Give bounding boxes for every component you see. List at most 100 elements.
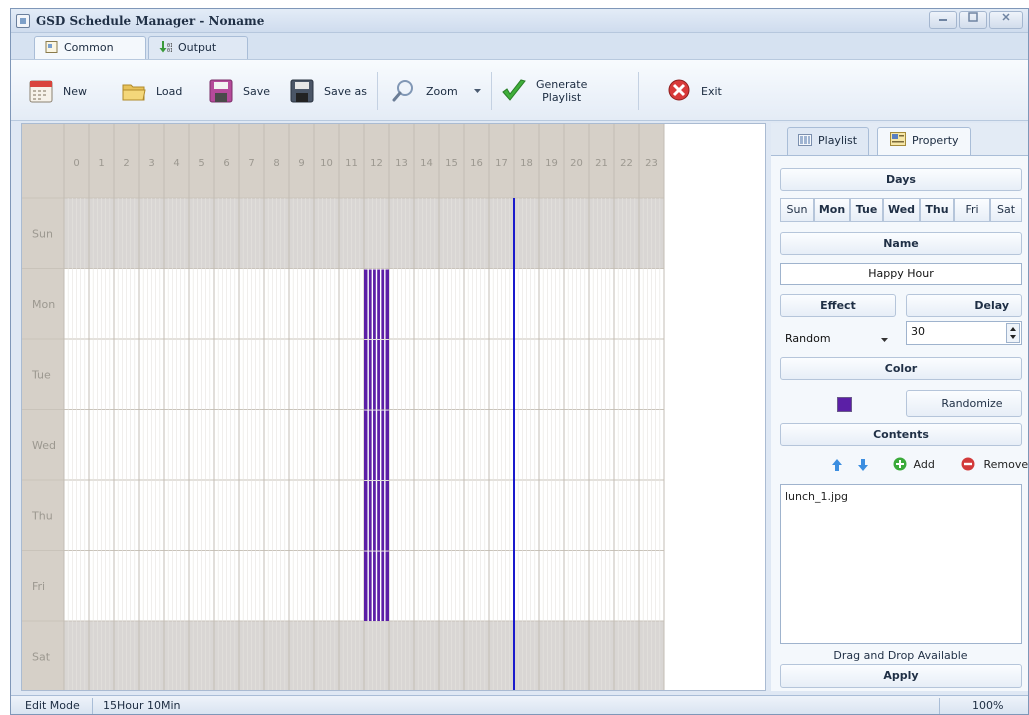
exit-button[interactable]: Exit <box>666 74 722 108</box>
magnifier-icon <box>392 80 413 102</box>
title-bar: GSD Schedule Manager - Noname <box>11 9 1028 33</box>
color-swatch[interactable] <box>837 397 852 412</box>
hour-label: 19 <box>545 158 558 169</box>
hour-label: 21 <box>595 158 608 169</box>
floppy-disk-icon <box>209 79 233 103</box>
hour-label: 9 <box>298 158 304 169</box>
hour-label: 17 <box>495 158 508 169</box>
close-icon <box>1002 13 1010 21</box>
window-title: GSD Schedule Manager - Noname <box>36 14 265 28</box>
day-button-fri[interactable]: Fri <box>954 198 990 222</box>
tab-output-label: Output <box>178 41 217 54</box>
hour-label: 4 <box>173 158 179 169</box>
status-zoom: 100% <box>972 699 1004 712</box>
toolbar: New Load Save Save as Zoom Generate Play… <box>11 59 1028 121</box>
app-icon <box>16 14 30 28</box>
schedule-grid[interactable]: Sun Mon Tue Wed Thu Fri Sat 0 1 2 3 4 5 6 7 8 9 10 11 12 13 1… <box>21 123 766 691</box>
save-button[interactable]: Save <box>208 74 270 108</box>
side-panel: Playlist Property Days Sun Mon Tue Wed T… <box>771 123 1028 691</box>
hour-label: 14 <box>420 158 433 169</box>
tab-playlist-label: Playlist <box>818 134 858 147</box>
hour-label: 20 <box>570 158 583 169</box>
day-label: Mon <box>32 298 55 311</box>
list-item[interactable]: lunch_1.jpg <box>785 489 1017 505</box>
status-separator <box>939 698 940 714</box>
contents-header: Contents <box>780 423 1022 446</box>
apply-button[interactable]: Apply <box>780 664 1022 688</box>
floppy-disk-icon <box>290 79 314 103</box>
name-field[interactable]: Happy Hour <box>780 263 1022 285</box>
randomize-button[interactable]: Randomize <box>906 390 1022 417</box>
document-icon <box>45 41 58 53</box>
effect-dropdown-value: Random <box>785 332 831 345</box>
day-button-tue[interactable]: Tue <box>850 198 883 222</box>
hour-label: 3 <box>148 158 154 169</box>
delay-stepper[interactable]: 30 <box>906 321 1022 345</box>
stepper-down-icon[interactable] <box>1007 333 1019 342</box>
status-time: 15Hour 10Min <box>103 699 181 712</box>
remove-button[interactable]: Remove <box>961 457 1028 471</box>
hour-label: 0 <box>73 158 79 169</box>
arrow-up-icon[interactable] <box>831 458 843 472</box>
hour-label: 6 <box>223 158 229 169</box>
day-button-sat[interactable]: Sat <box>990 198 1022 222</box>
tab-common[interactable]: Common <box>34 36 146 59</box>
contents-list[interactable]: lunch_1.jpg <box>780 484 1022 644</box>
save-button-label: Save <box>243 84 271 98</box>
zoom-button-label: Zoom <box>426 84 458 98</box>
tab-output[interactable]: 0101 Output <box>148 36 248 59</box>
stepper-buttons[interactable] <box>1006 323 1020 343</box>
hour-label: 2 <box>123 158 129 169</box>
day-button-thu[interactable]: Thu <box>920 198 954 222</box>
hour-label: 5 <box>198 158 204 169</box>
delay-value: 30 <box>911 325 925 338</box>
hour-label: 22 <box>620 158 633 169</box>
app-window: GSD Schedule Manager - Noname Common 010… <box>10 8 1029 715</box>
generate-label-line1: Generate <box>536 78 588 91</box>
minus-icon <box>961 457 975 471</box>
close-button[interactable] <box>989 11 1023 29</box>
day-button-mon[interactable]: Mon <box>814 198 850 222</box>
hour-label: 16 <box>470 158 483 169</box>
add-button[interactable]: Add <box>893 457 935 471</box>
day-button-wed[interactable]: Wed <box>883 198 920 222</box>
hour-label: 1 <box>98 158 104 169</box>
hour-header <box>22 124 664 198</box>
save-as-button-label: Save as <box>324 84 367 98</box>
status-bar: Edit Mode 15Hour 10Min 100% <box>11 695 1028 714</box>
stepper-up-icon[interactable] <box>1007 324 1019 333</box>
minimize-button[interactable] <box>929 11 957 29</box>
svg-text:01: 01 <box>167 48 172 53</box>
maximize-button[interactable] <box>959 11 987 29</box>
schedule-grid-canvas[interactable]: SunMonTueWedThuFriSat0 1 2 3 4 5 6 7 8 9 10 11 12 13 1… <box>22 124 766 691</box>
day-header <box>22 124 64 690</box>
delay-header: Delay <box>906 294 1022 317</box>
generate-label-line2: Playlist <box>542 91 582 104</box>
load-button[interactable]: Load <box>121 74 182 108</box>
calendar-icon <box>29 80 53 103</box>
days-selector: Sun Mon Tue Wed Thu Fri Sat <box>780 198 1022 222</box>
hour-label: 11 <box>345 158 358 169</box>
day-button-sun[interactable]: Sun <box>780 198 814 222</box>
day-label: Wed <box>32 439 56 452</box>
tab-playlist[interactable]: Playlist <box>787 127 869 155</box>
playlist-icon <box>798 134 812 146</box>
arrow-down-icon[interactable] <box>857 458 869 472</box>
drag-drop-hint: Drag and Drop Available <box>833 649 968 662</box>
effect-dropdown[interactable]: Random <box>780 327 896 349</box>
remove-button-label: Remove <box>983 458 1029 471</box>
new-button[interactable]: New <box>28 74 87 108</box>
tab-property-label: Property <box>912 134 959 147</box>
chevron-down-icon[interactable] <box>473 88 482 94</box>
tab-property[interactable]: Property <box>877 127 971 155</box>
generate-playlist-button[interactable]: Generate Playlist <box>501 74 587 108</box>
day-label: Sun <box>32 227 53 240</box>
plus-icon <box>893 457 907 471</box>
color-header: Color <box>780 357 1022 380</box>
property-icon <box>890 132 906 146</box>
contents-toolbar: Add Remove <box>771 456 1028 474</box>
save-as-button[interactable]: Save as <box>289 74 367 108</box>
zoom-button[interactable]: Zoom <box>391 74 482 108</box>
exit-icon <box>668 79 690 101</box>
effect-header: Effect <box>780 294 896 317</box>
